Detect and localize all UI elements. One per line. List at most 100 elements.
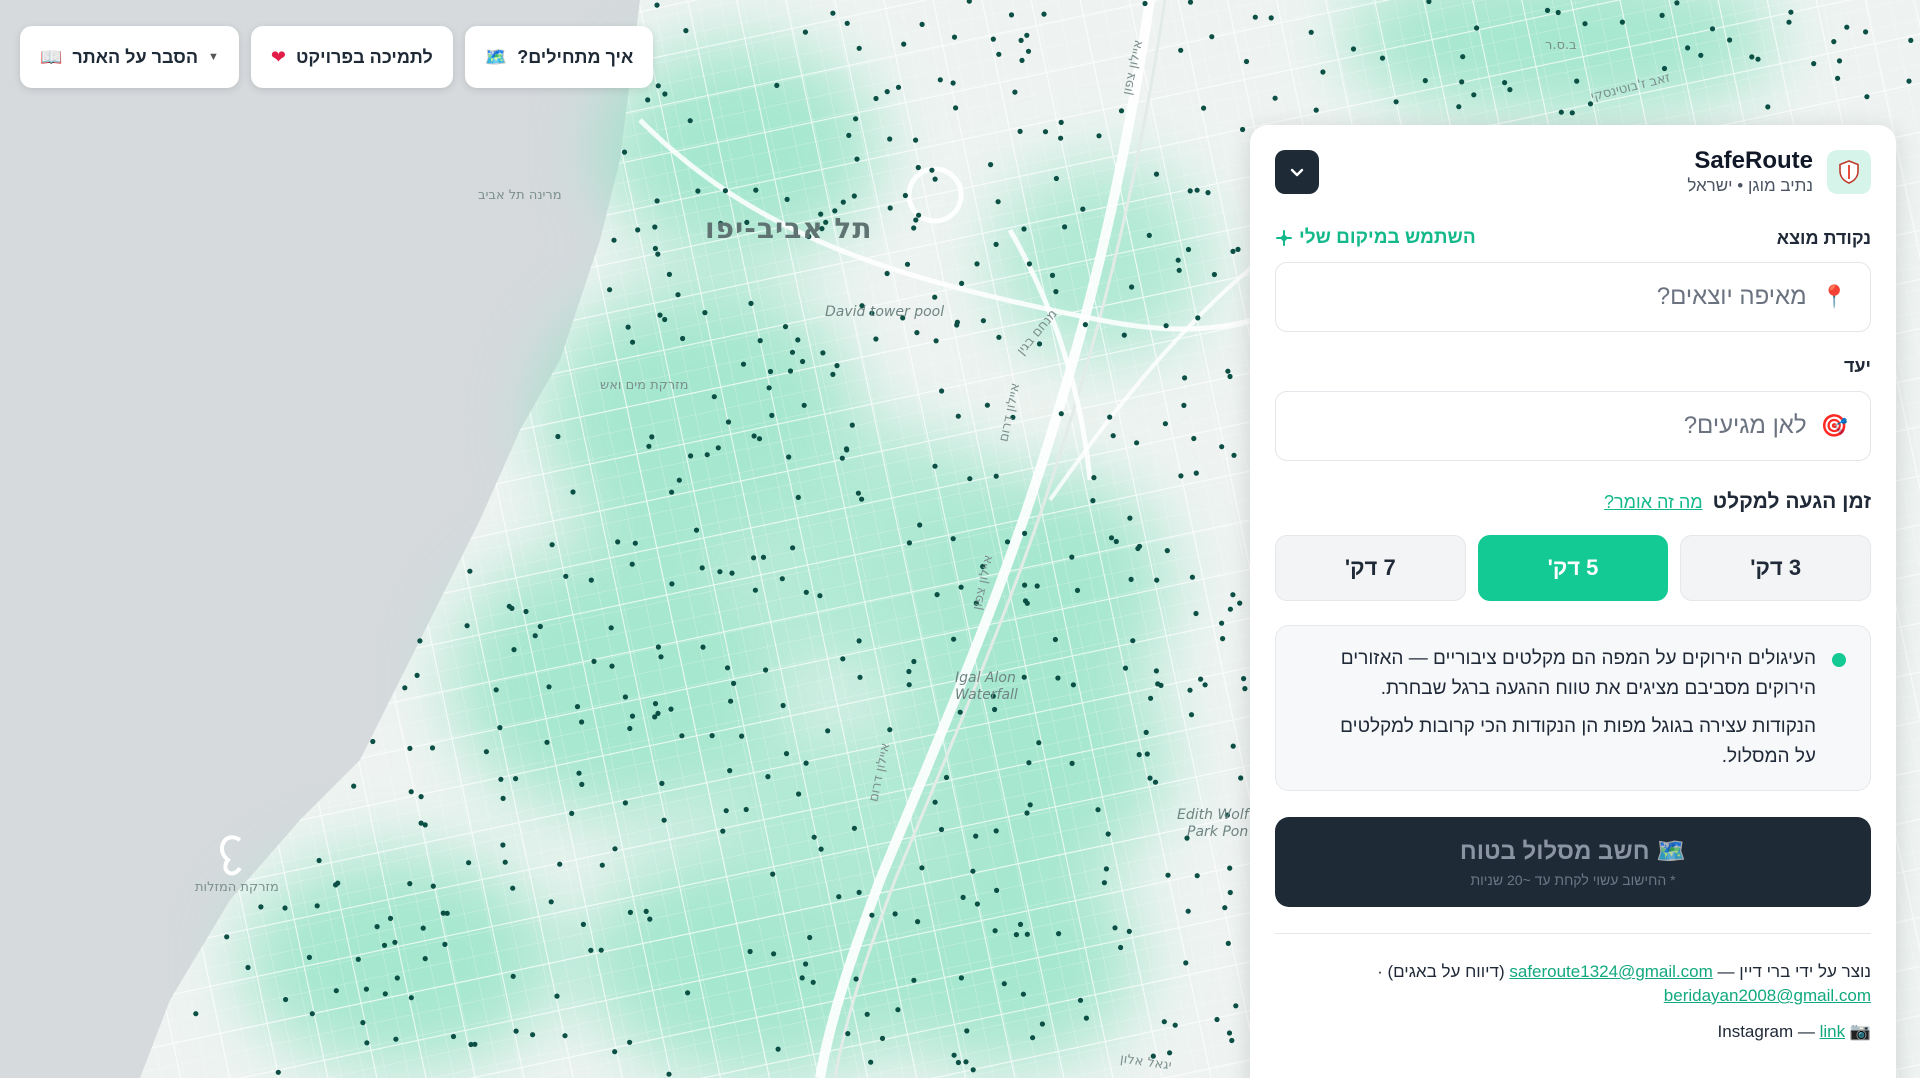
shelter-dot[interactable] xyxy=(333,882,339,888)
shelter-dot[interactable] xyxy=(1201,105,1207,111)
shelter-dot[interactable] xyxy=(957,709,963,715)
shelter-dot[interactable] xyxy=(1227,606,1233,612)
shelter-dot[interactable] xyxy=(1147,775,1153,781)
shelter-dot[interactable] xyxy=(420,925,426,931)
shelter-dot[interactable] xyxy=(854,156,860,162)
destination-input[interactable] xyxy=(1298,412,1807,440)
shelter-dot[interactable] xyxy=(1582,21,1588,27)
shelter-dot[interactable] xyxy=(576,770,582,776)
shelter-dot[interactable] xyxy=(1118,944,1124,951)
shelter-dot[interactable] xyxy=(1474,25,1480,31)
shelter-dot[interactable] xyxy=(929,167,935,173)
shelter-dot[interactable] xyxy=(765,774,771,780)
shelter-dot[interactable] xyxy=(1118,108,1125,114)
shelter-dot[interactable] xyxy=(549,542,555,548)
shelter-dot[interactable] xyxy=(873,95,879,102)
shelter-dot[interactable] xyxy=(1013,932,1020,938)
shelter-dot[interactable] xyxy=(510,973,516,979)
shelter-dot[interactable] xyxy=(1544,7,1551,13)
shelter-dot[interactable] xyxy=(622,800,629,806)
shelter-dot[interactable] xyxy=(468,1041,474,1048)
shelter-dot[interactable] xyxy=(789,349,796,355)
shelter-dot[interactable] xyxy=(770,871,776,877)
shelter-dot[interactable] xyxy=(725,419,732,425)
shelter-dot[interactable] xyxy=(440,910,446,916)
shelter-dot[interactable] xyxy=(1214,1016,1220,1023)
shelter-dot[interactable] xyxy=(830,371,836,377)
shelter-dot[interactable] xyxy=(996,334,1002,340)
shelter-dot[interactable] xyxy=(1053,175,1059,182)
shelter-dot[interactable] xyxy=(1569,110,1575,116)
shelter-dot[interactable] xyxy=(992,706,998,713)
shelter-dot[interactable] xyxy=(417,638,423,644)
shelter-dot[interactable] xyxy=(1058,411,1064,417)
shelter-dot[interactable] xyxy=(1227,373,1233,380)
shelter-dot[interactable] xyxy=(752,587,759,593)
shelter-dot[interactable] xyxy=(1320,69,1326,75)
shelter-dot[interactable] xyxy=(466,860,472,866)
shelter-dot[interactable] xyxy=(1195,315,1201,321)
shelter-dot[interactable] xyxy=(1178,47,1184,53)
shelter-dot[interactable] xyxy=(625,324,631,330)
shelter-dot[interactable] xyxy=(873,336,879,342)
shelter-dot[interactable] xyxy=(1459,79,1465,85)
shelter-dot[interactable] xyxy=(1906,78,1912,84)
shelter-dot[interactable] xyxy=(393,1036,399,1042)
shelter-dot[interactable] xyxy=(1659,12,1665,18)
shelter-dot[interactable] xyxy=(1026,261,1032,267)
shelter-dot[interactable] xyxy=(932,294,938,300)
shelter-dot[interactable] xyxy=(599,862,605,868)
shelter-dot[interactable] xyxy=(911,977,917,983)
shelter-dot[interactable] xyxy=(763,667,769,673)
shelter-dot[interactable] xyxy=(840,199,846,205)
shelter-dot[interactable] xyxy=(954,322,960,328)
shelter-dot[interactable] xyxy=(557,861,563,867)
shelter-dot[interactable] xyxy=(774,82,780,88)
shelter-dot[interactable] xyxy=(970,868,976,874)
shelter-dot[interactable] xyxy=(607,287,613,293)
shelter-dot[interactable] xyxy=(283,996,289,1003)
shelter-dot[interactable] xyxy=(282,905,288,911)
shelter-dot[interactable] xyxy=(1018,37,1024,44)
shelter-dot[interactable] xyxy=(996,51,1002,57)
shelter-dot[interactable] xyxy=(1698,52,1704,58)
shelter-dot[interactable] xyxy=(855,490,862,496)
time-option-7[interactable]: 7 דק' xyxy=(1274,535,1466,601)
shelter-dot[interactable] xyxy=(364,1040,370,1046)
shelter-dot[interactable] xyxy=(627,1039,633,1045)
shelter-dot[interactable] xyxy=(615,539,621,545)
shelter-dot[interactable] xyxy=(938,826,945,833)
shelter-dot[interactable] xyxy=(807,934,813,941)
shelter-dot[interactable] xyxy=(407,745,413,752)
shelter-dot[interactable] xyxy=(662,91,668,97)
shelter-dot[interactable] xyxy=(990,36,996,42)
shelter-dot[interactable] xyxy=(960,894,966,901)
shelter-dot[interactable] xyxy=(1268,15,1274,21)
shelter-dot[interactable] xyxy=(939,388,945,394)
shelter-dot[interactable] xyxy=(666,1071,672,1077)
shelter-dot[interactable] xyxy=(934,592,940,598)
shelter-dot[interactable] xyxy=(629,561,635,567)
shelter-dot[interactable] xyxy=(717,569,723,575)
shelter-dot[interactable] xyxy=(839,455,845,461)
shelter-dot[interactable] xyxy=(1053,289,1059,295)
shelter-dot[interactable] xyxy=(1844,24,1850,30)
shelter-dot[interactable] xyxy=(1027,802,1033,808)
shelter-dot[interactable] xyxy=(1225,940,1231,947)
shelter-dot[interactable] xyxy=(355,956,361,962)
shelter-dot[interactable] xyxy=(1164,548,1170,554)
shelter-dot[interactable] xyxy=(700,644,706,650)
shelter-dot[interactable] xyxy=(523,608,529,615)
shelter-dot[interactable] xyxy=(950,80,956,86)
shelter-dot[interactable] xyxy=(627,909,634,916)
shelter-dot[interactable] xyxy=(652,714,658,720)
shelter-dot[interactable] xyxy=(884,270,890,277)
shelter-dot[interactable] xyxy=(993,828,999,834)
shelter-dot[interactable] xyxy=(1143,729,1149,736)
shelter-dot[interactable] xyxy=(1836,58,1843,64)
shelter-dot[interactable] xyxy=(830,10,836,16)
shelter-dot[interactable] xyxy=(992,928,998,934)
shelter-dot[interactable] xyxy=(1237,600,1243,606)
shelter-dot[interactable] xyxy=(1153,668,1159,674)
shelter-dot[interactable] xyxy=(442,941,448,948)
